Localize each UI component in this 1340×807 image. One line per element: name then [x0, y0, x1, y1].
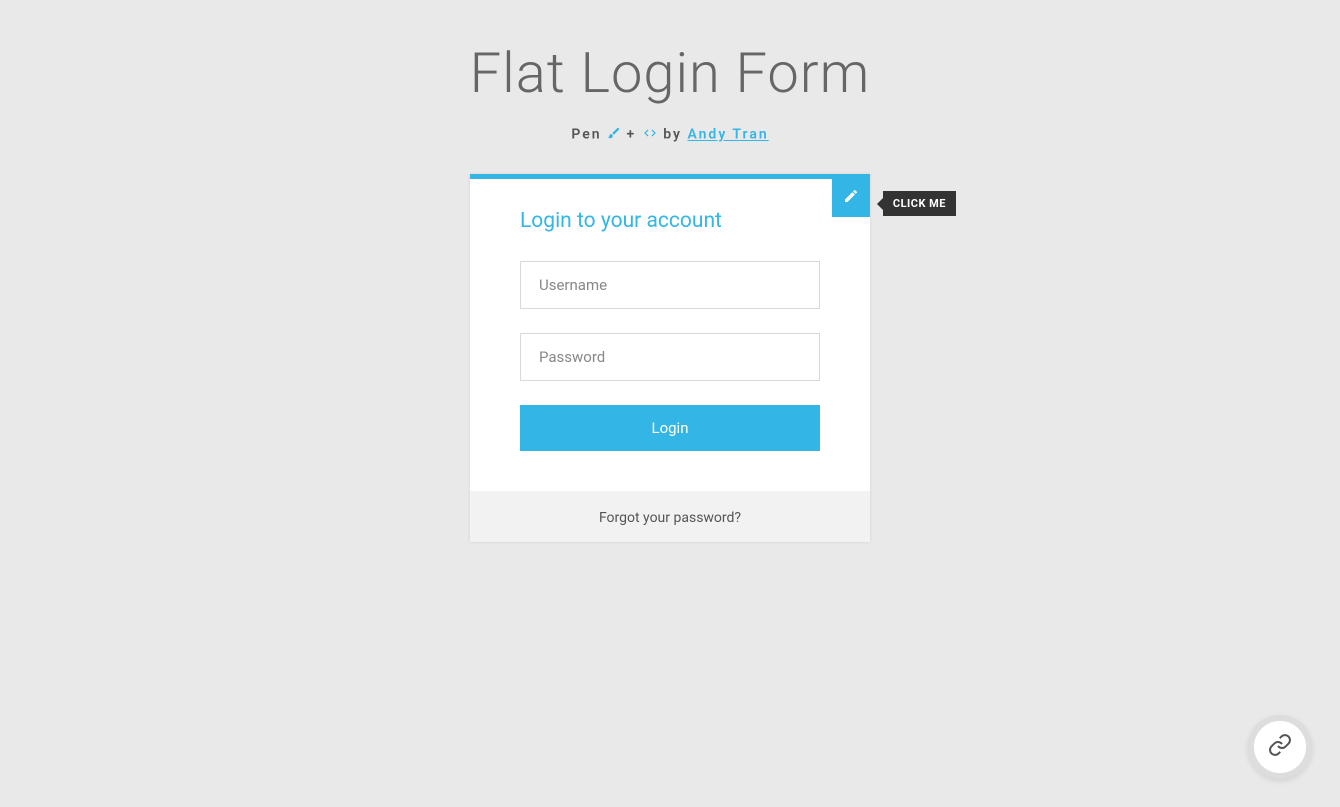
password-input[interactable]	[520, 333, 820, 381]
click-me-tooltip: CLICK ME	[883, 191, 956, 216]
fab-link-button[interactable]	[1248, 715, 1312, 779]
page-header: Flat Login Form Pen + by Andy Tran	[0, 0, 1340, 174]
login-form-module: CLICK ME Login to your account Login For…	[470, 174, 870, 542]
toggle-button[interactable]: CLICK ME	[832, 179, 870, 217]
brush-icon	[607, 126, 621, 144]
subtitle-by: by	[663, 127, 687, 143]
form-cta: Forgot your password?	[470, 491, 870, 542]
subtitle-prefix: Pen	[571, 127, 607, 143]
author-link[interactable]: Andy Tran	[687, 127, 768, 143]
page-title: Flat Login Form	[0, 40, 1340, 106]
page-subtitle: Pen + by Andy Tran	[0, 126, 1340, 144]
forgot-password-link[interactable]: Forgot your password?	[599, 510, 741, 526]
login-button[interactable]: Login	[520, 405, 820, 451]
link-icon	[1268, 733, 1292, 761]
subtitle-plus: +	[627, 127, 642, 143]
code-icon	[642, 126, 658, 144]
username-input[interactable]	[520, 261, 820, 309]
form-heading: Login to your account	[520, 209, 820, 233]
login-form: Login to your account Login	[470, 179, 870, 491]
pencil-icon	[843, 188, 859, 208]
